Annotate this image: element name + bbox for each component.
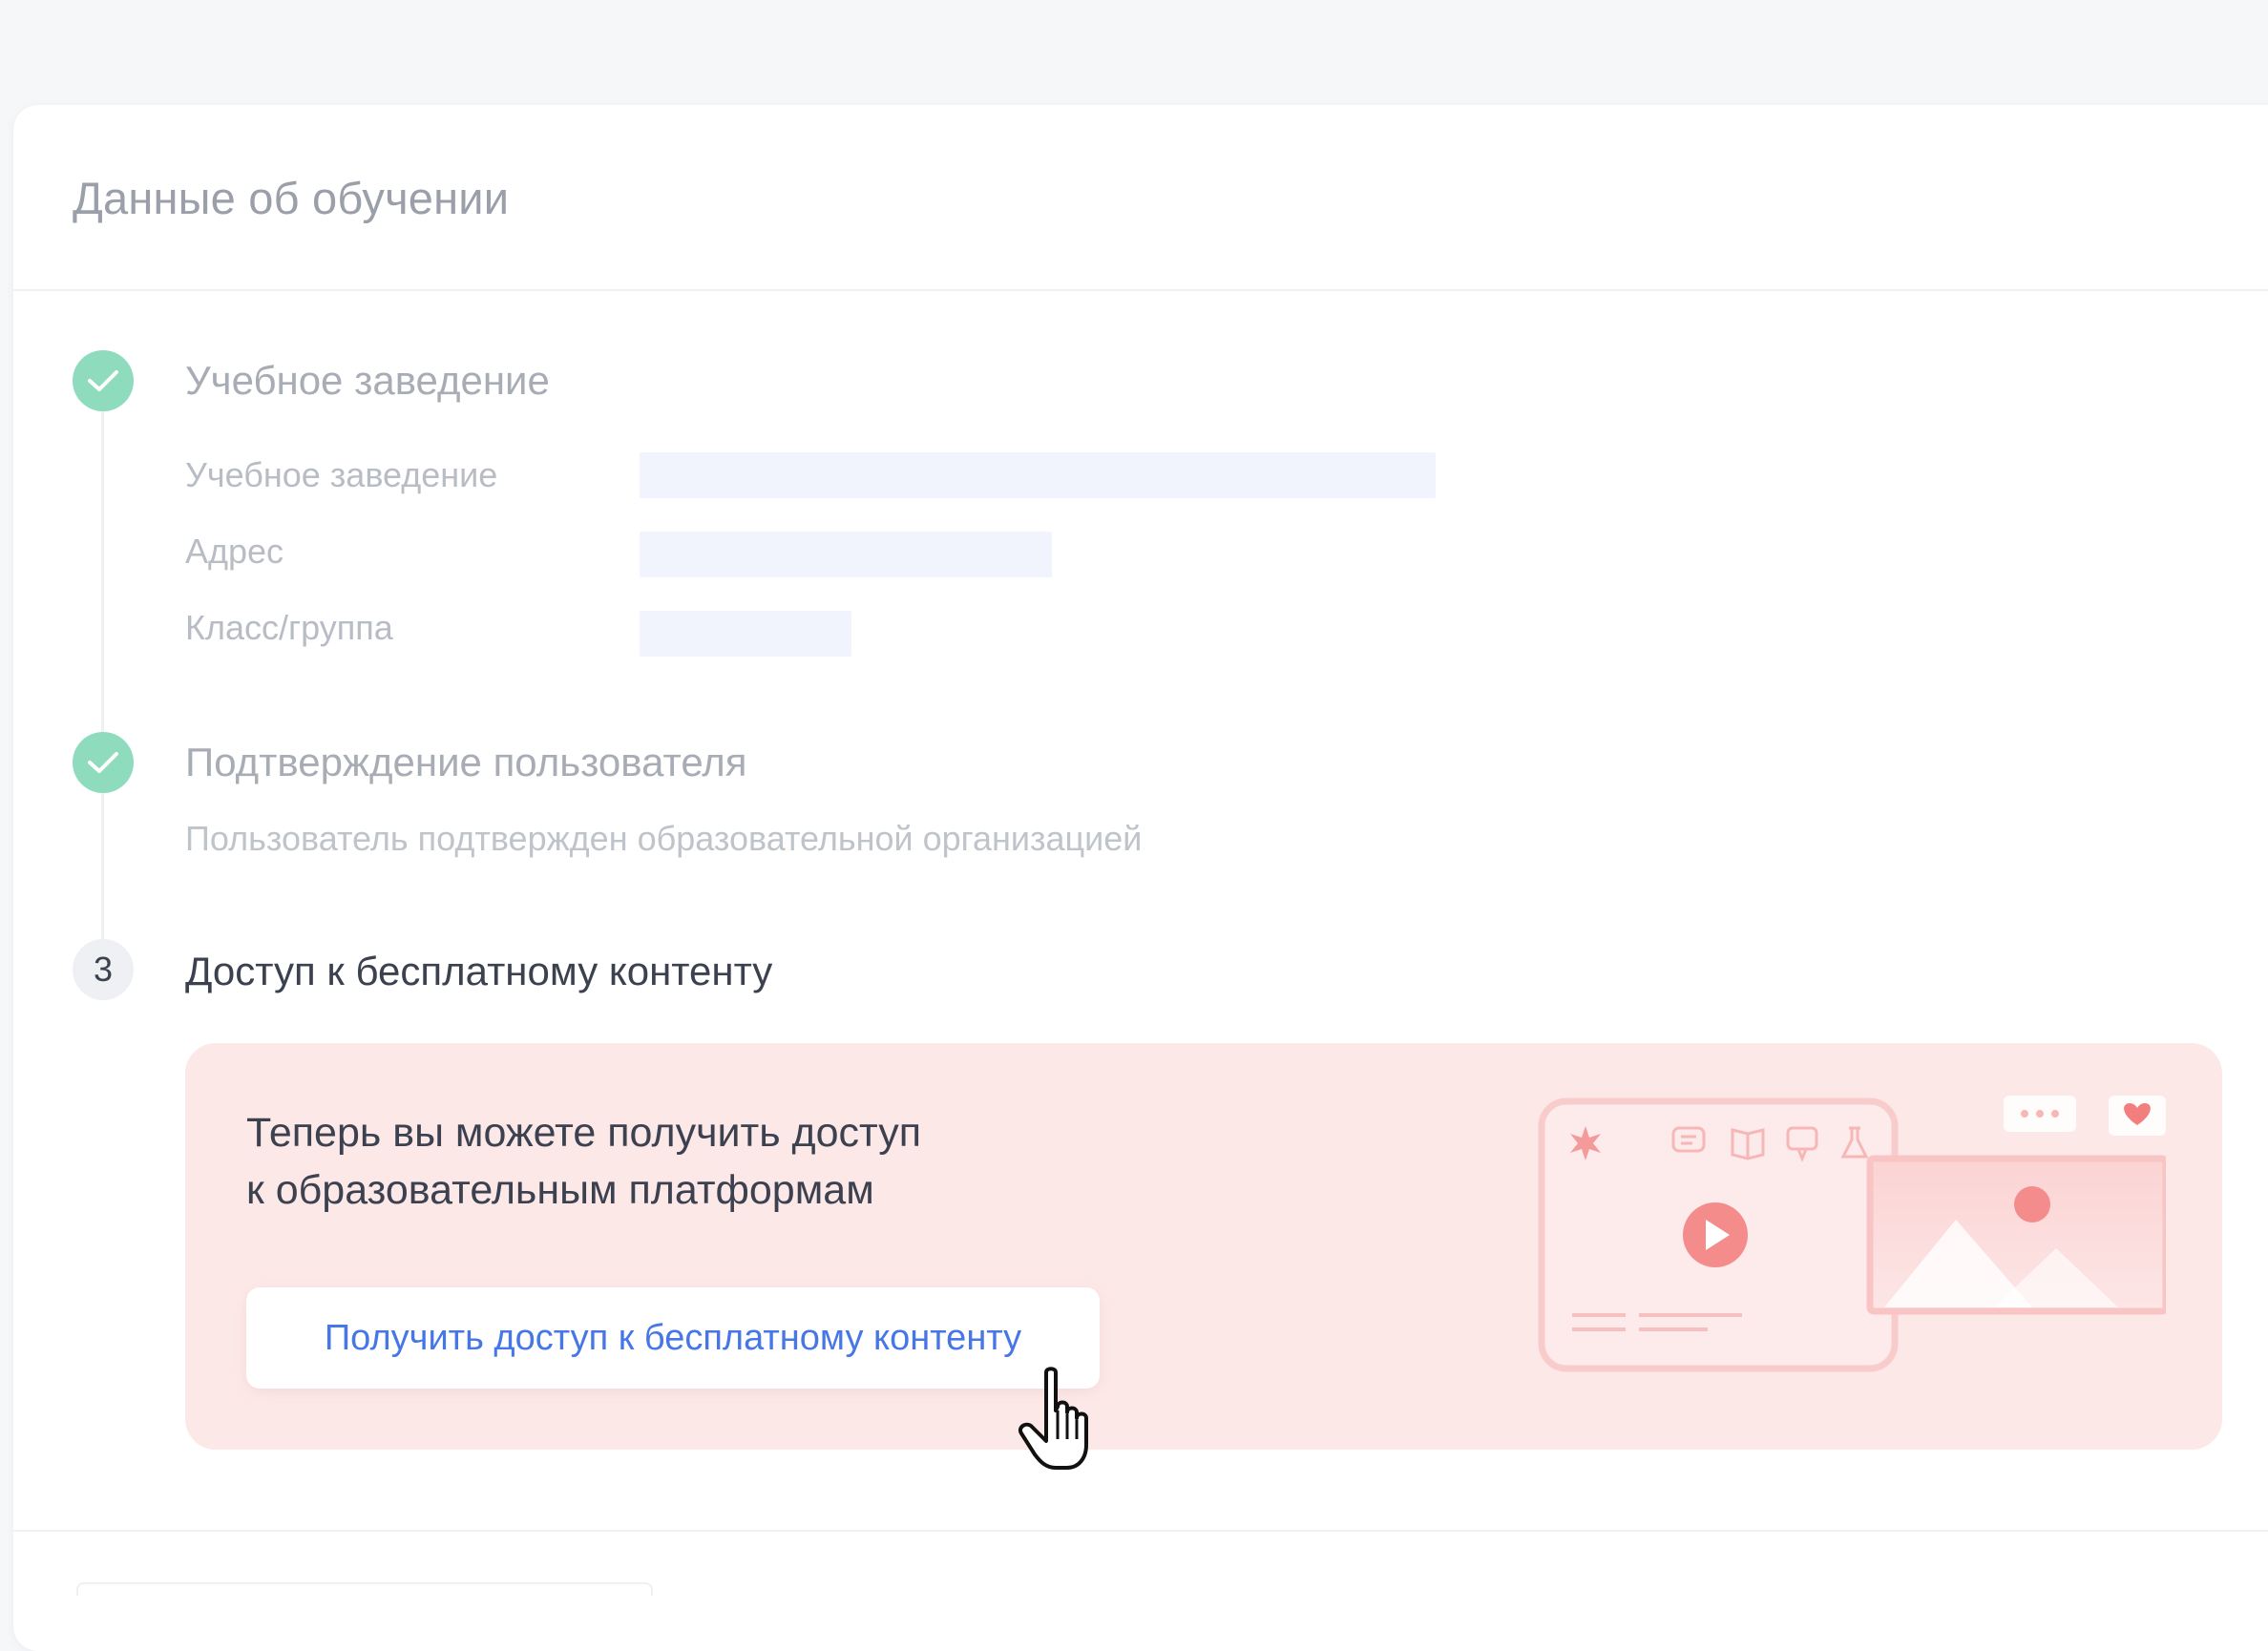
timeline-connector bbox=[101, 387, 104, 744]
field-label-address: Адрес bbox=[185, 532, 284, 571]
card-title: Данные об обучении bbox=[73, 173, 510, 223]
header-divider bbox=[13, 289, 2268, 291]
promo-text-line-1: Теперь вы можете получить доступ bbox=[246, 1110, 922, 1156]
check-icon bbox=[88, 752, 118, 773]
promo-text-line-2: к образовательным платформам bbox=[246, 1167, 874, 1213]
education-data-card: Данные об обучении Учебное заведение Уче… bbox=[13, 105, 2268, 1651]
pointer-cursor-icon bbox=[1018, 1367, 1088, 1470]
education-platform-illustration bbox=[1538, 1096, 2166, 1372]
step-2-check-icon bbox=[73, 732, 134, 793]
heart-icon bbox=[2109, 1096, 2166, 1136]
step-1-title: Учебное заведение bbox=[185, 358, 550, 403]
field-value-institution-placeholder bbox=[640, 452, 1436, 498]
step-number: 3 bbox=[93, 950, 114, 989]
dots-icon bbox=[2004, 1096, 2076, 1132]
field-value-class-group-placeholder bbox=[640, 611, 851, 657]
step-3-number-badge: 3 bbox=[73, 939, 134, 1000]
promo-text: Теперь вы можете получить доступ к образ… bbox=[246, 1104, 1201, 1219]
image-icon bbox=[1866, 1155, 2166, 1315]
field-value-address-placeholder bbox=[640, 532, 1052, 577]
get-free-content-button[interactable]: Получить доступ к бесплатному контенту bbox=[246, 1287, 1100, 1389]
check-icon bbox=[88, 370, 118, 391]
step-2-title: Подтверждение пользователя bbox=[185, 740, 747, 784]
video-window-icon bbox=[1538, 1097, 1899, 1372]
footer-divider bbox=[13, 1530, 2268, 1532]
field-label-class-group: Класс/группа bbox=[185, 608, 393, 647]
step-1-check-icon bbox=[73, 350, 134, 411]
free-content-promo: Теперь вы можете получить доступ к образ… bbox=[185, 1043, 2222, 1450]
step-3-title: Доступ к бесплатному контенту bbox=[185, 949, 773, 993]
play-icon bbox=[1683, 1202, 1748, 1267]
field-label-institution: Учебное заведение bbox=[185, 455, 498, 494]
step-2-description: Пользователь подтвержден образовательной… bbox=[185, 819, 1143, 858]
